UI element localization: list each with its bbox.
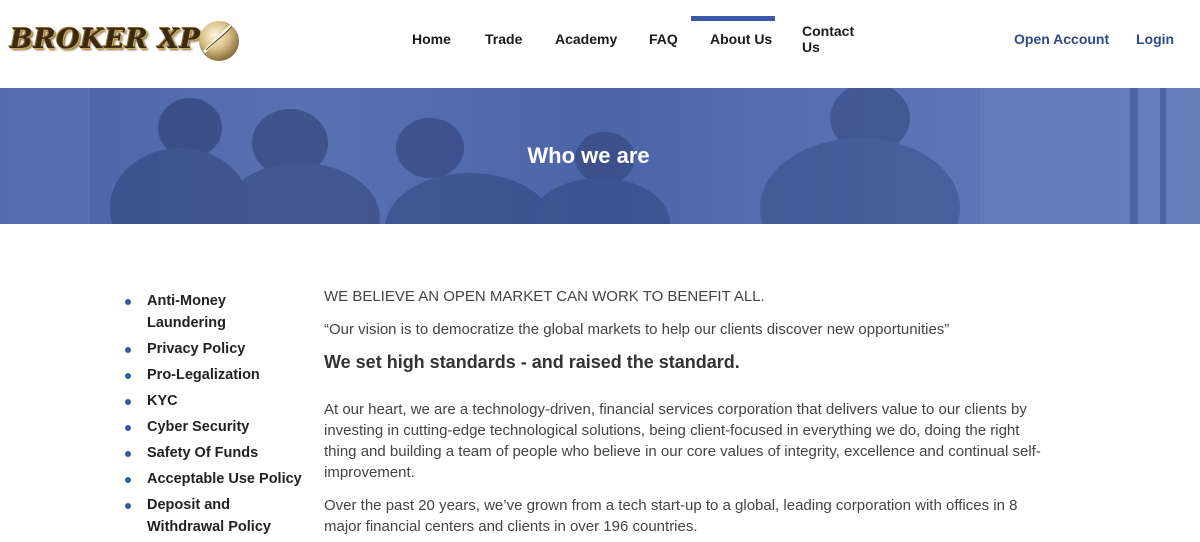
bullet-icon	[125, 347, 131, 353]
sidebar-item-label: Anti-Money Laundering	[147, 293, 226, 331]
section-heading: We set high standards - and raised the s…	[324, 352, 740, 372]
bullet-icon	[125, 503, 131, 509]
sidebar-item-label: Privacy Policy	[147, 341, 246, 357]
bullet-icon	[125, 373, 131, 379]
nav-about-us[interactable]: About Us	[691, 0, 775, 78]
sidebar-item-kyc[interactable]: KYC	[122, 390, 302, 412]
hero-banner: Who we are	[0, 88, 1200, 224]
sidebar-item-label: Deposit and Withdrawal Policy	[147, 497, 271, 535]
page-title: Who we are	[527, 143, 650, 168]
logo-emblem-icon	[199, 18, 240, 61]
about-content: WE BELIEVE AN OPEN MARKET CAN WORK TO BE…	[324, 287, 1044, 542]
bullet-icon	[125, 299, 131, 305]
sidebar-item-deposit-withdrawal-policy[interactable]: Deposit and Withdrawal Policy	[122, 494, 302, 538]
sidebar-item-label: Cyber Security	[147, 419, 250, 435]
intro-statement: WE BELIEVE AN OPEN MARKET CAN WORK TO BE…	[324, 288, 765, 305]
bullet-icon	[125, 399, 131, 405]
body-paragraph: Over the past 20 years, we’ve grown from…	[324, 497, 1018, 535]
nav-academy[interactable]: Academy	[555, 0, 617, 78]
policy-sidebar: Anti-Money Laundering Privacy Policy Pro…	[122, 290, 302, 542]
bullet-icon	[125, 451, 131, 457]
sidebar-item-anti-money-laundering[interactable]: Anti-Money Laundering	[122, 290, 302, 334]
nav-trade[interactable]: Trade	[485, 0, 522, 78]
vision-quote: “Our vision is to democratize the global…	[324, 321, 950, 338]
sidebar-item-label: Acceptable Use Policy	[147, 471, 302, 487]
sidebar-item-pro-legalization[interactable]: Pro-Legalization	[122, 364, 302, 386]
sidebar-item-safety-of-funds[interactable]: Safety Of Funds	[122, 442, 302, 464]
site-header: BROKER XP Home Trade Academy FAQ About U…	[0, 0, 1200, 88]
body-paragraph: At our heart, we are a technology-driven…	[324, 401, 1041, 481]
sidebar-item-label: Pro-Legalization	[147, 367, 260, 383]
sidebar-item-cyber-security[interactable]: Cyber Security	[122, 416, 302, 438]
sidebar-item-label: KYC	[147, 393, 178, 409]
bullet-icon	[125, 477, 131, 483]
sidebar-item-acceptable-use-policy[interactable]: Acceptable Use Policy	[122, 468, 302, 490]
sidebar-item-privacy-policy[interactable]: Privacy Policy	[122, 338, 302, 360]
logo-text: BROKER XP	[10, 23, 201, 55]
nav-home[interactable]: Home	[412, 0, 451, 78]
open-account-link[interactable]: Open Account	[1014, 0, 1109, 78]
login-link[interactable]: Login	[1136, 0, 1174, 78]
sidebar-item-label: Safety Of Funds	[147, 445, 259, 461]
nav-faq[interactable]: FAQ	[649, 0, 678, 78]
nav-contact-us[interactable]: Contact Us	[802, 0, 854, 78]
logo[interactable]: BROKER XP	[10, 12, 240, 66]
bullet-icon	[125, 425, 131, 431]
